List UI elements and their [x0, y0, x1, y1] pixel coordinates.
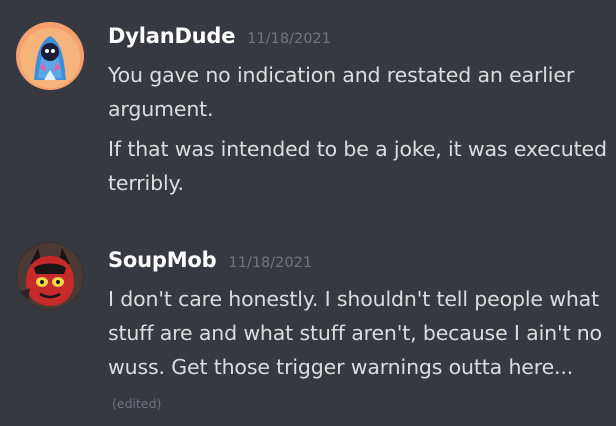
blue-hooded-character-icon	[16, 22, 84, 90]
message-text: I don't care honestly. I shouldn't tell …	[108, 282, 608, 421]
username[interactable]: SoupMob	[108, 238, 217, 282]
timestamp: 11/18/2021	[228, 255, 313, 271]
message-header: SoupMob 11/18/2021	[108, 238, 608, 282]
chat-messages: DylanDude 11/18/2021 You gave no indicat…	[0, 0, 616, 426]
message-header: DylanDude 11/18/2021	[108, 14, 608, 58]
avatar[interactable]	[16, 22, 84, 90]
message-text: If that was intended to be a joke, it wa…	[108, 137, 607, 195]
message-content: DylanDude 11/18/2021 You gave no indicat…	[108, 14, 608, 200]
timestamp: 11/18/2021	[247, 31, 331, 47]
username[interactable]: DylanDude	[108, 14, 235, 58]
edited-label: (edited)	[112, 396, 162, 411]
message-text: You gave no indication and restated an e…	[108, 63, 575, 121]
avatar[interactable]	[16, 242, 84, 310]
red-horned-character-icon	[16, 242, 84, 310]
message-content: SoupMob 11/18/2021 I don't care honestly…	[108, 238, 608, 421]
message-text-body: I don't care honestly. I shouldn't tell …	[108, 287, 602, 379]
